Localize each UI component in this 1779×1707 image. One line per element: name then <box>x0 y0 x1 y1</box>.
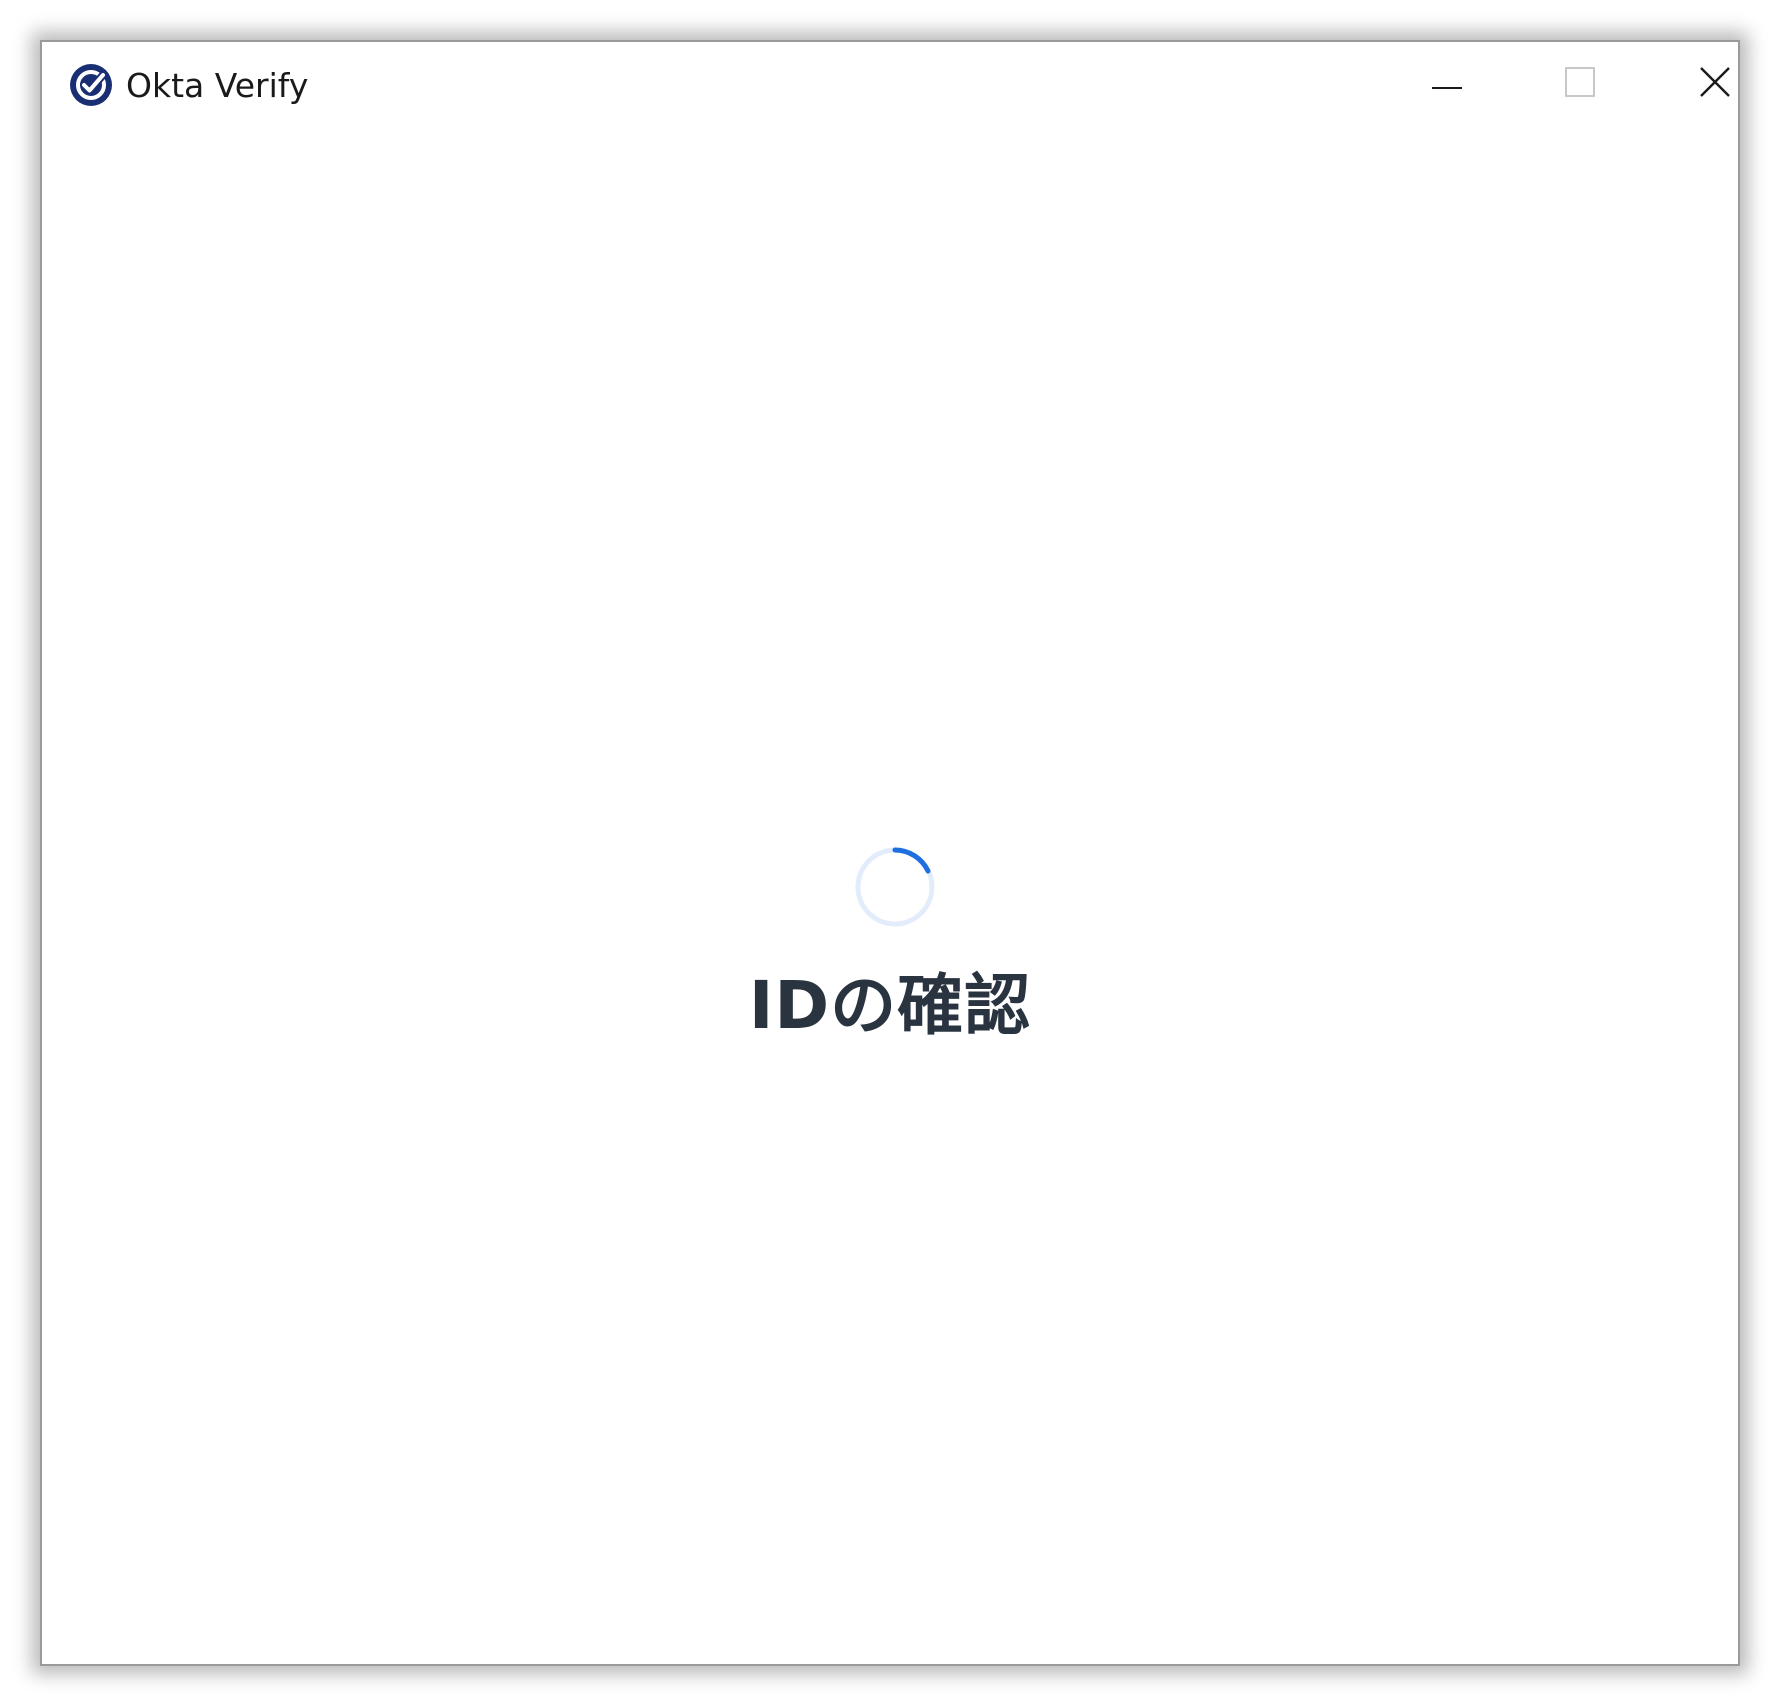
okta-verify-window: Okta Verify IDの確認 <box>40 40 1740 1666</box>
maximize-icon <box>1565 67 1595 101</box>
main-content: IDの確認 <box>42 132 1738 1664</box>
status-heading: IDの確認 <box>748 967 1032 1044</box>
screen: Okta Verify IDの確認 <box>0 0 1779 1707</box>
close-button[interactable] <box>1650 42 1779 126</box>
window-title: Okta Verify <box>126 66 309 105</box>
maximize-button[interactable] <box>1515 42 1645 126</box>
close-icon <box>1699 66 1731 102</box>
minimize-icon <box>1432 75 1462 94</box>
title-bar[interactable]: Okta Verify <box>42 42 1738 132</box>
loading-spinner-icon <box>853 845 937 929</box>
okta-verify-check-icon <box>69 63 113 107</box>
minimize-button[interactable] <box>1382 42 1512 126</box>
